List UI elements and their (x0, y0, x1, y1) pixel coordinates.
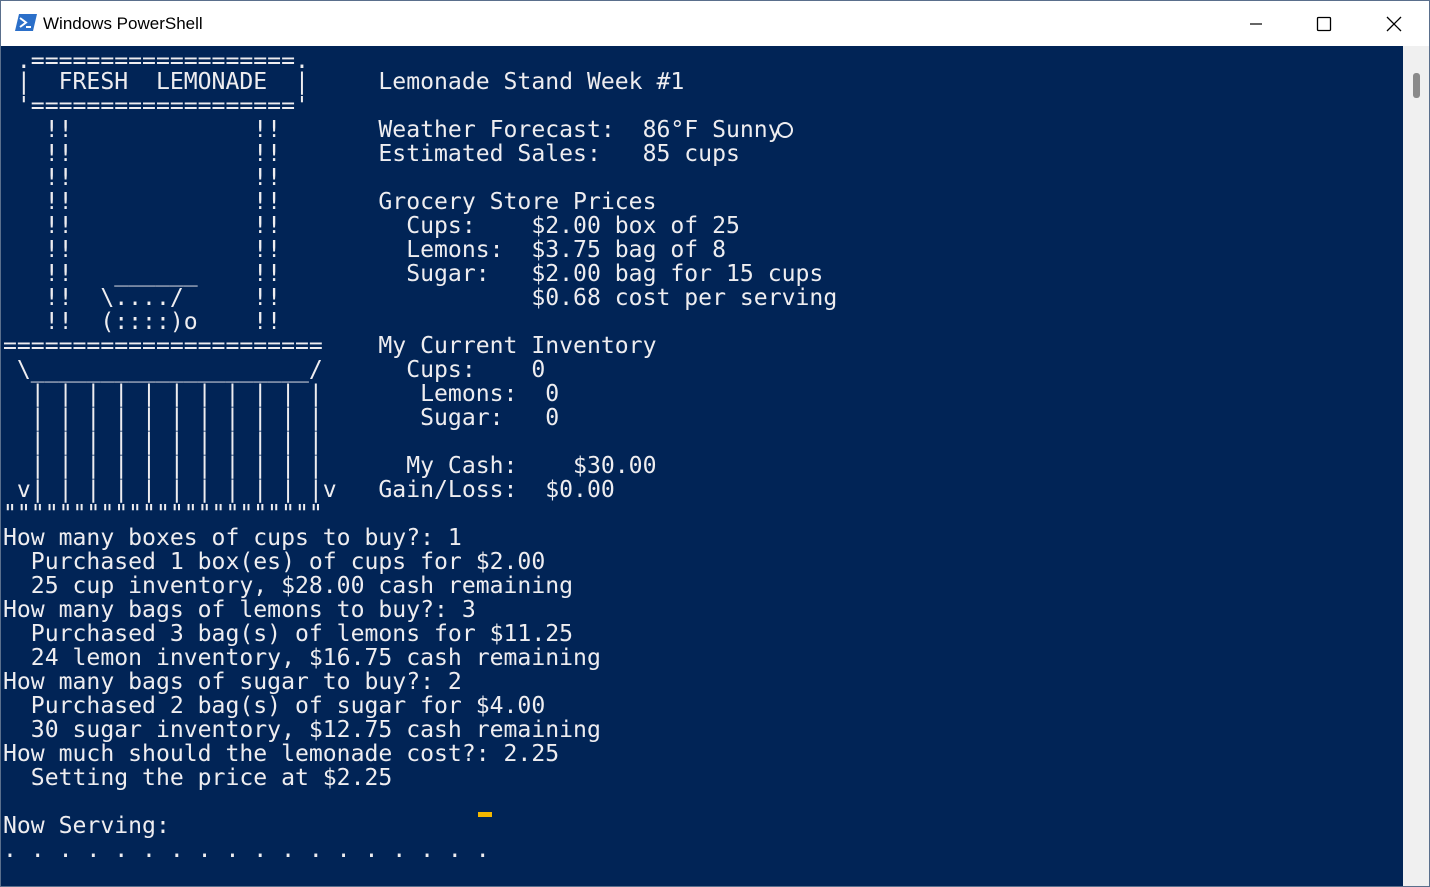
console-line: !! !! Estimated Sales: 85 cups (3, 141, 740, 167)
close-icon (1386, 16, 1402, 31)
console-line: 25 cup inventory, $28.00 cash remaining (3, 573, 574, 599)
scrollbar-thumb[interactable] (1413, 73, 1420, 98)
window-title: Windows PowerShell (43, 14, 203, 33)
console-line: | | | | | | | | | | | Sugar: 0 (3, 405, 560, 431)
sun-icon (777, 122, 793, 138)
text-cursor (478, 812, 492, 817)
console-line: !! \..../ !! $0.68 cost per serving (3, 285, 838, 311)
minimize-icon (1250, 22, 1262, 25)
powershell-window: Windows PowerShell .===================.… (0, 0, 1430, 887)
maximize-icon (1316, 16, 1332, 31)
console-line: !! !! Cups: $2.00 box of 25 (3, 213, 740, 239)
console-line: !! !! Lemons: $3.75 bag of 8 (3, 237, 726, 263)
console-line: Purchased 1 box(es) of cups for $2.00 (3, 549, 546, 575)
console-line: How many bags of lemons to buy?: 3 (3, 597, 476, 623)
minimize-button[interactable] (1221, 1, 1291, 46)
console-line: """"""""""""""""""""""" (3, 501, 323, 527)
powershell-icon (15, 14, 37, 31)
title-bar[interactable]: Windows PowerShell (1, 1, 1429, 46)
console-line: Purchased 3 bag(s) of lemons for $11.25 (3, 621, 574, 647)
console-line: How many boxes of cups to buy?: 1 (3, 525, 462, 551)
console-output[interactable]: .===================. | FRESH LEMONADE |… (3, 46, 1403, 886)
vertical-scrollbar[interactable] (1403, 46, 1429, 886)
close-button[interactable] (1359, 1, 1429, 46)
console-line: | FRESH LEMONADE | Lemonade Stand Week #… (3, 69, 685, 95)
console-line: | | | | | | | | | | | (3, 429, 323, 455)
console-line: v| | | | | | | | | | |v Gain/Loss: $0.00 (3, 477, 615, 503)
console-line: '===================' (3, 93, 309, 119)
maximize-button[interactable] (1289, 1, 1359, 46)
console-line: Setting the price at $2.25 (3, 765, 393, 791)
console-line: Now Serving: (3, 813, 170, 839)
console-line: | | | | | | | | | | | My Cash: $30.00 (3, 453, 657, 479)
console-line: !! ______ !! Sugar: $2.00 bag for 15 cup… (3, 261, 824, 287)
console-line: !! !! Grocery Store Prices (3, 189, 657, 215)
console-line: !! (::::)o !! (3, 309, 282, 335)
console-line: !! !! Weather Forecast: 86°F Sunny (3, 117, 782, 143)
console-line: ======================= My Current Inven… (3, 333, 657, 359)
console-line: How much should the lemonade cost?: 2.25 (3, 741, 560, 767)
console-line: | | | | | | | | | | | Lemons: 0 (3, 381, 560, 407)
console-line: 30 sugar inventory, $12.75 cash remainin… (3, 717, 601, 743)
console-line: Purchased 2 bag(s) of sugar for $4.00 (3, 693, 546, 719)
console-line: \____________________/ Cups: 0 (3, 357, 546, 383)
console-line: . . . . . . . . . . . . . . . . . . (3, 837, 490, 863)
console-line: 24 lemon inventory, $16.75 cash remainin… (3, 645, 601, 671)
console-line: How many bags of sugar to buy?: 2 (3, 669, 462, 695)
console-line: !! !! (3, 165, 282, 191)
